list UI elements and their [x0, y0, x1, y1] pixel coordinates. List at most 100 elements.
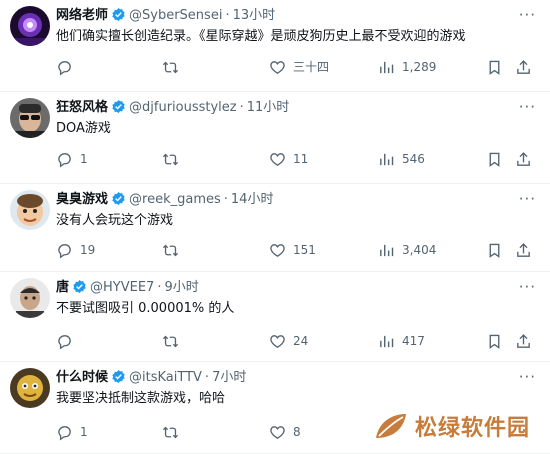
view-count: 546 [402, 152, 425, 166]
verified-badge-icon [72, 279, 87, 301]
heart-icon [270, 334, 285, 348]
more-options-icon[interactable]: ··· [519, 190, 536, 208]
like-button[interactable]: 11 [269, 149, 308, 169]
tweet-header: 臭臭游戏 @reek_games · 14小时 [56, 190, 510, 210]
tweet[interactable]: 网络老师 @SyberSensei · 13小时 ··· 他们确实擅长创造纪录。《星际… [0, 0, 550, 92]
more-options-icon[interactable]: ··· [519, 278, 536, 296]
heart-icon [270, 152, 285, 166]
reply-button[interactable]: 19 [56, 240, 95, 260]
separator-dot: · [223, 192, 228, 207]
avatar[interactable] [10, 6, 50, 46]
like-button[interactable]: 151 [269, 240, 316, 260]
share-button[interactable] [515, 240, 532, 260]
views-button[interactable]: 546 [378, 149, 425, 169]
like-button[interactable]: 24 [269, 331, 308, 351]
more-options-icon[interactable]: ··· [519, 6, 536, 24]
reply-feed: 网络老师 @SyberSensei · 13小时 ··· 他们确实擅长创造纪录。《星际… [0, 0, 550, 454]
reply-button[interactable] [56, 57, 80, 77]
action-bar: 19 151 3,404 [56, 240, 538, 260]
like-count: 151 [293, 243, 316, 257]
tweet-header: 网络老师 @SyberSensei · 13小时 [56, 6, 510, 26]
views-button[interactable]: 3,404 [378, 240, 436, 260]
reply-button[interactable]: 1 [56, 422, 88, 442]
retweet-button[interactable] [162, 149, 186, 169]
like-button[interactable]: 8 [269, 422, 301, 442]
user-handle[interactable]: @HYVEE7 [90, 280, 154, 295]
views-chart-icon [380, 335, 394, 347]
heart-icon [270, 60, 285, 74]
share-button[interactable] [515, 149, 532, 169]
display-name[interactable]: 网络老师 [56, 8, 108, 23]
retweet-icon [162, 153, 179, 165]
bookmark-button[interactable] [486, 149, 503, 169]
bookmark-icon [489, 243, 500, 258]
avatar[interactable] [10, 190, 50, 230]
tweet-header: 狂怒风格 @djfuriousstylez · 11小时 [56, 98, 510, 118]
action-bar: 三十四 1,289 [56, 57, 538, 77]
verified-badge-icon [111, 191, 126, 213]
share-button[interactable] [515, 57, 532, 77]
retweet-button[interactable] [162, 331, 186, 351]
bookmark-button[interactable] [486, 57, 503, 77]
avatar[interactable] [10, 278, 50, 318]
retweet-button[interactable] [162, 57, 186, 77]
tweet-text: DOA游戏 [56, 121, 111, 136]
reply-button[interactable] [56, 331, 80, 351]
views-button[interactable]: 1,289 [378, 57, 436, 77]
reply-button[interactable]: 1 [56, 149, 88, 169]
share-icon [517, 59, 530, 74]
heart-icon [270, 243, 285, 257]
like-button[interactable]: 三十四 [269, 57, 329, 77]
verified-badge-icon [111, 7, 126, 29]
view-count: 1,289 [402, 60, 437, 74]
bookmark-button[interactable] [486, 331, 503, 351]
user-handle[interactable]: @itsKaiTTV [129, 370, 202, 385]
views-button[interactable]: 417 [378, 331, 425, 351]
bookmark-button[interactable] [486, 240, 503, 260]
like-count: 三十四 [293, 60, 330, 74]
timestamp[interactable]: 13小时 [233, 8, 276, 23]
tweet[interactable]: 臭臭游戏 @reek_games · 14小时 ··· 没有人会玩这个游戏 19 15… [0, 184, 550, 272]
bookmark-icon [489, 60, 500, 75]
retweet-button[interactable] [162, 422, 186, 442]
share-icon [517, 242, 530, 257]
retweet-icon [162, 426, 179, 438]
separator-dot: · [204, 370, 210, 385]
user-handle[interactable]: @reek_games [129, 192, 221, 207]
reply-icon [58, 334, 71, 350]
retweet-button[interactable] [162, 240, 186, 260]
tweet-header: 唐 @HYVEE7 · 9小时 [56, 278, 510, 298]
tweet[interactable]: 唐 @HYVEE7 · 9小时 ··· 不要试图吸引 0.00001% 的人 24 4… [0, 272, 550, 362]
timestamp[interactable]: 7小时 [212, 370, 246, 385]
avatar[interactable] [10, 98, 50, 138]
like-count: 8 [293, 425, 301, 439]
verified-badge-icon [111, 369, 126, 391]
more-options-icon[interactable]: ··· [519, 368, 536, 386]
like-count: 11 [293, 152, 309, 166]
display-name[interactable]: 臭臭游戏 [56, 192, 108, 207]
retweet-icon [162, 244, 179, 256]
bookmark-icon [489, 334, 500, 349]
user-handle[interactable]: @SyberSensei [129, 8, 222, 23]
reply-icon [58, 152, 71, 168]
tweet-header: 什么时候 @itsKaiTTV · 7小时 [56, 368, 510, 388]
tweet-text: 不要试图吸引 0.00001% 的人 [56, 301, 235, 316]
more-options-icon[interactable]: ··· [519, 98, 536, 116]
display-name[interactable]: 唐 [56, 280, 69, 295]
timestamp[interactable]: 9小时 [164, 280, 198, 295]
separator-dot: · [157, 280, 162, 295]
share-icon [517, 333, 530, 348]
views-chart-icon [380, 244, 394, 256]
separator-dot: · [225, 8, 230, 23]
timestamp[interactable]: 14小时 [231, 192, 274, 207]
display-name[interactable]: 狂怒风格 [56, 100, 108, 115]
bookmark-icon [489, 152, 500, 167]
timestamp[interactable]: 11小时 [247, 100, 290, 115]
tweet[interactable]: 狂怒风格 @djfuriousstylez · 11小时 ··· DOA游戏 1 11… [0, 92, 550, 184]
action-bar: 1 11 546 [56, 149, 538, 169]
reply-icon [58, 60, 71, 76]
share-button[interactable] [515, 331, 532, 351]
display-name[interactable]: 什么时候 [56, 370, 108, 385]
user-handle[interactable]: @djfuriousstylez [129, 100, 237, 115]
avatar[interactable] [10, 368, 50, 408]
